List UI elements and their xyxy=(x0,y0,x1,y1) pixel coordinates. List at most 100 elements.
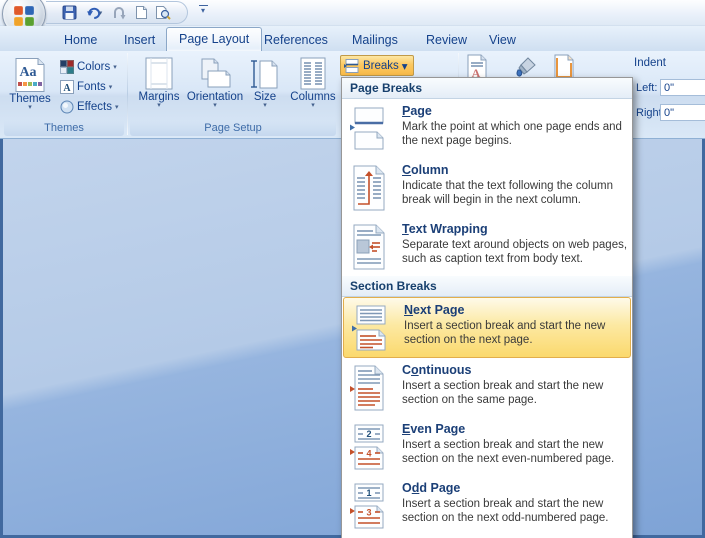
breaks-button[interactable]: Breaks ▾ xyxy=(340,55,414,76)
menu-item-title: Text Wrapping xyxy=(402,222,628,237)
tab-view[interactable]: View xyxy=(477,29,528,51)
chevron-down-icon: ▾ xyxy=(213,103,217,109)
size-button[interactable]: Size ▾ xyxy=(245,55,285,109)
indent-group: Indent Left: Right: xyxy=(626,53,705,137)
menu-item-title: Next Page xyxy=(404,303,626,318)
theme-colors-label: Colors xyxy=(77,61,110,73)
odd-page-break-icon: 1 3 xyxy=(349,482,389,530)
even-page-break-icon: 2 4 xyxy=(349,423,389,471)
menu-item-title: Odd Page xyxy=(402,481,628,496)
page-breaks-section-header: Page Breaks xyxy=(342,78,632,99)
themes-icon: Aa xyxy=(14,57,46,93)
page-break-icon xyxy=(349,105,389,153)
menu-item-description: Insert a section break and start the new… xyxy=(402,379,628,407)
menu-item-description: Indicate that the text following the col… xyxy=(402,179,628,207)
columns-button[interactable]: Columns ▾ xyxy=(288,55,338,109)
chevron-down-icon: ▾ xyxy=(263,103,267,109)
indent-group-label: Indent xyxy=(634,57,666,69)
theme-colors-button[interactable]: Colors ▾ xyxy=(60,57,118,77)
page-color-icon xyxy=(515,55,539,79)
menu-item-title: Page xyxy=(402,104,628,119)
save-icon xyxy=(62,5,77,20)
group-separator xyxy=(127,53,128,135)
columns-icon xyxy=(299,57,327,91)
indent-right-input[interactable] xyxy=(660,104,705,121)
tab-mailings[interactable]: Mailings xyxy=(340,29,410,51)
menu-item-column-break[interactable]: Column Indicate that the text following … xyxy=(342,158,632,217)
quick-access-toolbar: ▾ xyxy=(46,1,188,24)
office-logo-icon xyxy=(14,6,34,26)
menu-item-text-wrapping-break[interactable]: Text Wrapping Separate text around objec… xyxy=(342,217,632,276)
chevron-down-icon: ▾ xyxy=(28,105,32,111)
theme-effects-label: Effects xyxy=(77,101,112,113)
customize-bar-glyph xyxy=(199,5,208,6)
save-button[interactable] xyxy=(60,4,78,22)
tab-references[interactable]: References xyxy=(252,29,340,51)
menu-item-page-break[interactable]: Page Mark the point at which one page en… xyxy=(342,99,632,158)
menu-item-description: Mark the point at which one page ends an… xyxy=(402,120,628,148)
theme-effects-button[interactable]: Effects ▾ xyxy=(60,97,118,117)
tab-review[interactable]: Review xyxy=(414,29,479,51)
chevron-down-icon: ▾ xyxy=(109,83,113,91)
page-setup-group-label[interactable]: Page Setup xyxy=(130,121,336,136)
chevron-down-icon: ▾ xyxy=(402,59,408,73)
menu-item-next-page-break[interactable]: Next Page Insert a section break and sta… xyxy=(343,297,631,358)
menu-item-odd-page-break[interactable]: 1 3 Odd Page Insert a section break and … xyxy=(342,476,632,535)
continuous-break-icon xyxy=(349,364,389,412)
customize-quick-access-button[interactable]: ▾ xyxy=(196,5,210,14)
new-document-button[interactable] xyxy=(132,4,150,22)
themes-button[interactable]: Aa Themes ▾ xyxy=(8,55,52,111)
menu-item-description: Insert a section break and start the new… xyxy=(402,497,628,525)
svg-text:A: A xyxy=(63,83,71,94)
menu-item-continuous-break[interactable]: Continuous Insert a section break and st… xyxy=(342,358,632,417)
indent-left-label: Left: xyxy=(636,82,657,94)
text-wrapping-break-icon xyxy=(349,223,389,271)
svg-text:3: 3 xyxy=(366,508,371,518)
print-preview-icon xyxy=(155,5,171,20)
chevron-down-icon: ▾ xyxy=(113,63,117,71)
breaks-label: Breaks xyxy=(363,60,399,72)
svg-text:1: 1 xyxy=(366,488,371,498)
menu-item-even-page-break[interactable]: 2 4 Even Page Insert a section break and… xyxy=(342,417,632,476)
indent-left-input[interactable] xyxy=(660,79,705,96)
tab-home[interactable]: Home xyxy=(52,29,109,51)
theme-effects-icon xyxy=(60,100,74,114)
breaks-menu: Page Breaks Page Mark the point at which… xyxy=(341,77,633,538)
orientation-button[interactable]: Orientation ▾ xyxy=(186,55,244,109)
tab-page-layout[interactable]: Page Layout xyxy=(166,27,262,51)
undo-button[interactable]: ▾ xyxy=(82,4,106,22)
themes-group-label[interactable]: Themes xyxy=(4,121,124,136)
chevron-down-icon: ▾ xyxy=(311,103,315,109)
title-bar: ▾ ▾ xyxy=(0,0,705,26)
menu-item-description: Insert a section break and start the new… xyxy=(402,438,628,466)
chevron-down-icon: ▾ xyxy=(115,103,119,111)
redo-button[interactable] xyxy=(110,4,128,22)
svg-text:4: 4 xyxy=(366,449,371,459)
menu-item-description: Insert a section break and start the new… xyxy=(404,319,626,347)
menu-item-title: Column xyxy=(402,163,628,178)
section-breaks-section-header: Section Breaks xyxy=(342,276,632,297)
menu-item-title: Continuous xyxy=(402,363,628,378)
margins-icon xyxy=(144,57,174,91)
menu-item-title: Even Page xyxy=(402,422,628,437)
theme-colors-icon xyxy=(60,60,74,74)
theme-fonts-icon: A xyxy=(60,80,74,94)
ribbon-tab-strip: Home Insert Page Layout References Maili… xyxy=(0,26,705,51)
word-window: ▾ ▾ xyxy=(0,0,705,538)
theme-fonts-button[interactable]: A Fonts ▾ xyxy=(60,77,118,97)
breaks-icon xyxy=(344,59,360,73)
theme-fonts-label: Fonts xyxy=(77,81,106,93)
svg-text:Aa: Aa xyxy=(19,65,36,80)
next-page-break-icon xyxy=(351,304,391,352)
svg-text:2: 2 xyxy=(366,429,371,439)
print-preview-button[interactable] xyxy=(154,4,172,22)
redo-icon xyxy=(112,5,127,20)
column-break-icon xyxy=(349,164,389,212)
margins-button[interactable]: Margins ▾ xyxy=(133,55,185,109)
menu-item-description: Separate text around objects on web page… xyxy=(402,238,628,266)
undo-dropdown-caret[interactable]: ▾ xyxy=(99,9,103,17)
orientation-icon xyxy=(198,57,232,91)
tab-insert[interactable]: Insert xyxy=(112,29,167,51)
chevron-down-icon: ▾ xyxy=(157,103,161,109)
size-icon xyxy=(250,57,280,91)
